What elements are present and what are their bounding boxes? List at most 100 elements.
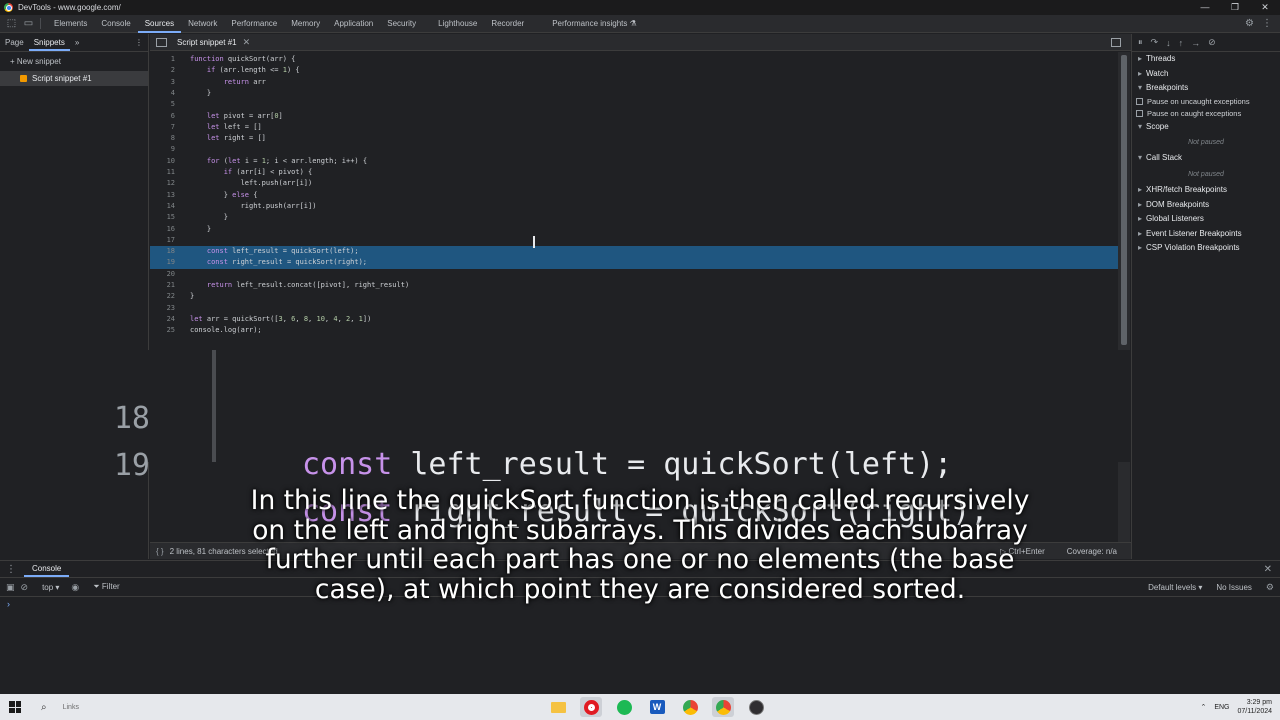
code-line[interactable]: 6 let pivot = arr[0] bbox=[150, 111, 1118, 122]
code-line[interactable]: 25 console.log(arr); bbox=[150, 325, 1118, 336]
line-number[interactable]: 25 bbox=[150, 325, 175, 336]
nav-menu-icon[interactable]: ⋮ bbox=[130, 34, 148, 51]
line-number[interactable]: 22 bbox=[150, 291, 175, 302]
line-number[interactable]: 13 bbox=[150, 190, 175, 201]
code-line[interactable]: 17 bbox=[150, 235, 1118, 246]
tab-elements[interactable]: Elements bbox=[47, 15, 94, 33]
obs-icon[interactable] bbox=[745, 697, 767, 717]
opera-gx-icon[interactable] bbox=[580, 697, 602, 717]
code-line[interactable]: 12 left.push(arr[i]) bbox=[150, 178, 1118, 189]
taskbar-search[interactable]: ⌕ Links bbox=[41, 702, 79, 713]
code-line[interactable]: 1 function quickSort(arr) { bbox=[150, 54, 1118, 65]
step-icon[interactable]: → bbox=[1191, 38, 1200, 48]
line-number[interactable]: 16 bbox=[150, 224, 175, 235]
device-toolbar-icon[interactable]: ▭ bbox=[23, 18, 34, 29]
console-sidebar-icon[interactable]: ▣ bbox=[6, 582, 15, 593]
code-line[interactable]: 22} bbox=[150, 291, 1118, 302]
pause-caught-option[interactable]: Pause on caught exceptions bbox=[1132, 108, 1280, 120]
editor-file-tab[interactable]: Script snippet #1 bbox=[173, 38, 241, 47]
code-line[interactable]: 18 const left_result = quickSort(left); bbox=[150, 246, 1118, 258]
code-line[interactable]: 23 bbox=[150, 303, 1118, 314]
line-number[interactable]: 6 bbox=[150, 111, 175, 122]
code-line[interactable]: 8 let right = [] bbox=[150, 133, 1118, 144]
code-line[interactable]: 11 if (arr[i] < pivot) { bbox=[150, 167, 1118, 178]
maximize-button[interactable]: ❐ bbox=[1220, 2, 1250, 13]
code-line[interactable]: 10 for (let i = 1; i < arr.length; i++) … bbox=[150, 156, 1118, 167]
pause-icon[interactable]: ⏸ bbox=[1138, 37, 1143, 48]
tray-overflow-icon[interactable]: ⌃ bbox=[1200, 703, 1206, 711]
global-listeners-section[interactable]: Global Listeners bbox=[1132, 212, 1280, 227]
call-stack-section[interactable]: Call Stack bbox=[1132, 151, 1280, 166]
tab-memory[interactable]: Memory bbox=[284, 15, 327, 33]
minimize-button[interactable]: — bbox=[1190, 2, 1220, 13]
new-snippet-button[interactable]: + New snippet bbox=[10, 54, 148, 69]
xhr-breakpoints-section[interactable]: XHR/fetch Breakpoints bbox=[1132, 183, 1280, 198]
spotify-icon[interactable] bbox=[613, 697, 635, 717]
pretty-print-icon[interactable]: { } bbox=[156, 547, 164, 556]
line-number[interactable]: 12 bbox=[150, 178, 175, 189]
scope-section[interactable]: Scope bbox=[1132, 120, 1280, 135]
close-tab-icon[interactable]: ✕ bbox=[243, 37, 251, 48]
line-number[interactable]: 11 bbox=[150, 167, 175, 178]
snippet-item[interactable]: Script snippet #1 bbox=[0, 71, 148, 86]
dom-breakpoints-section[interactable]: DOM Breakpoints bbox=[1132, 198, 1280, 213]
checkbox[interactable] bbox=[1136, 110, 1143, 118]
close-drawer-icon[interactable]: ✕ bbox=[1264, 564, 1272, 575]
code-line[interactable]: 13 } else { bbox=[150, 190, 1118, 201]
chrome-icon[interactable] bbox=[679, 697, 701, 717]
checkbox[interactable] bbox=[1136, 98, 1143, 106]
line-number[interactable]: 21 bbox=[150, 280, 175, 291]
nav-tab-snippets[interactable]: Snippets bbox=[28, 34, 70, 51]
drawer-menu-icon[interactable]: ⋮ bbox=[6, 564, 16, 575]
inspect-element-icon[interactable]: ⬚ bbox=[6, 18, 17, 29]
event-listener-breakpoints-section[interactable]: Event Listener Breakpoints bbox=[1132, 227, 1280, 242]
line-number[interactable]: 24 bbox=[150, 314, 175, 325]
code-line[interactable]: 5 bbox=[150, 99, 1118, 110]
line-number[interactable]: 17 bbox=[150, 235, 175, 246]
log-levels-dropdown[interactable]: Default levels ▾ bbox=[1148, 583, 1202, 592]
toggle-debugger-icon[interactable] bbox=[1111, 37, 1121, 47]
breakpoints-section[interactable]: Breakpoints bbox=[1132, 81, 1280, 96]
threads-section[interactable]: Threads bbox=[1132, 52, 1280, 67]
line-number[interactable]: 23 bbox=[150, 303, 175, 314]
tab-console[interactable]: Console bbox=[94, 15, 137, 33]
console-filter-input[interactable]: ⏷ Filter bbox=[93, 582, 119, 592]
scrollbar-thumb[interactable] bbox=[1121, 55, 1127, 345]
line-number[interactable]: 3 bbox=[150, 77, 175, 88]
tab-sources[interactable]: Sources bbox=[137, 15, 182, 33]
line-number[interactable]: 15 bbox=[150, 212, 175, 223]
deactivate-breakpoints-icon[interactable]: ⊘ bbox=[1208, 37, 1216, 48]
line-number[interactable]: 14 bbox=[150, 201, 175, 212]
code-line[interactable]: 15 } bbox=[150, 212, 1118, 223]
code-line[interactable]: 7 let left = [] bbox=[150, 122, 1118, 133]
code-line[interactable]: 16 } bbox=[150, 224, 1118, 235]
csp-violation-breakpoints-section[interactable]: CSP Violation Breakpoints bbox=[1132, 241, 1280, 256]
code-line[interactable]: 14 right.push(arr[i]) bbox=[150, 201, 1118, 212]
nav-more-tabs-icon[interactable]: » bbox=[70, 34, 84, 51]
close-window-button[interactable]: ✕ bbox=[1250, 2, 1280, 13]
line-number[interactable]: 5 bbox=[150, 99, 175, 110]
line-number[interactable]: 9 bbox=[150, 144, 175, 155]
tab-security[interactable]: Security bbox=[380, 15, 423, 33]
line-number[interactable]: 20 bbox=[150, 269, 175, 280]
line-number[interactable]: 2 bbox=[150, 65, 175, 76]
watch-section[interactable]: Watch bbox=[1132, 67, 1280, 82]
console-settings-icon[interactable]: ⚙ bbox=[1266, 582, 1274, 593]
editor-scrollbar[interactable] bbox=[1118, 52, 1130, 542]
code-line[interactable]: 20 bbox=[150, 269, 1118, 280]
code-line[interactable]: 21 return left_result.concat([pivot], ri… bbox=[150, 280, 1118, 291]
tab-network[interactable]: Network bbox=[181, 15, 224, 33]
toggle-navigator-icon[interactable] bbox=[156, 37, 167, 47]
windows-start-icon[interactable] bbox=[9, 701, 21, 713]
context-selector[interactable]: top ▾ bbox=[42, 583, 59, 592]
settings-gear-icon[interactable]: ⚙ bbox=[1245, 18, 1254, 29]
issues-counter[interactable]: No Issues bbox=[1216, 583, 1252, 592]
code-line[interactable]: 4 } bbox=[150, 88, 1118, 99]
code-line[interactable]: 3 return arr bbox=[150, 77, 1118, 88]
code-editor[interactable]: 1 function quickSort(arr) {2 if (arr.leng… bbox=[150, 52, 1118, 348]
code-line[interactable]: 2 if (arr.length <= 1) { bbox=[150, 65, 1118, 76]
code-line[interactable]: 9 bbox=[150, 144, 1118, 155]
tab-application[interactable]: Application bbox=[327, 15, 380, 33]
tab-lighthouse[interactable]: Lighthouse bbox=[431, 15, 484, 33]
clear-console-icon[interactable]: ⊘ bbox=[21, 582, 29, 593]
